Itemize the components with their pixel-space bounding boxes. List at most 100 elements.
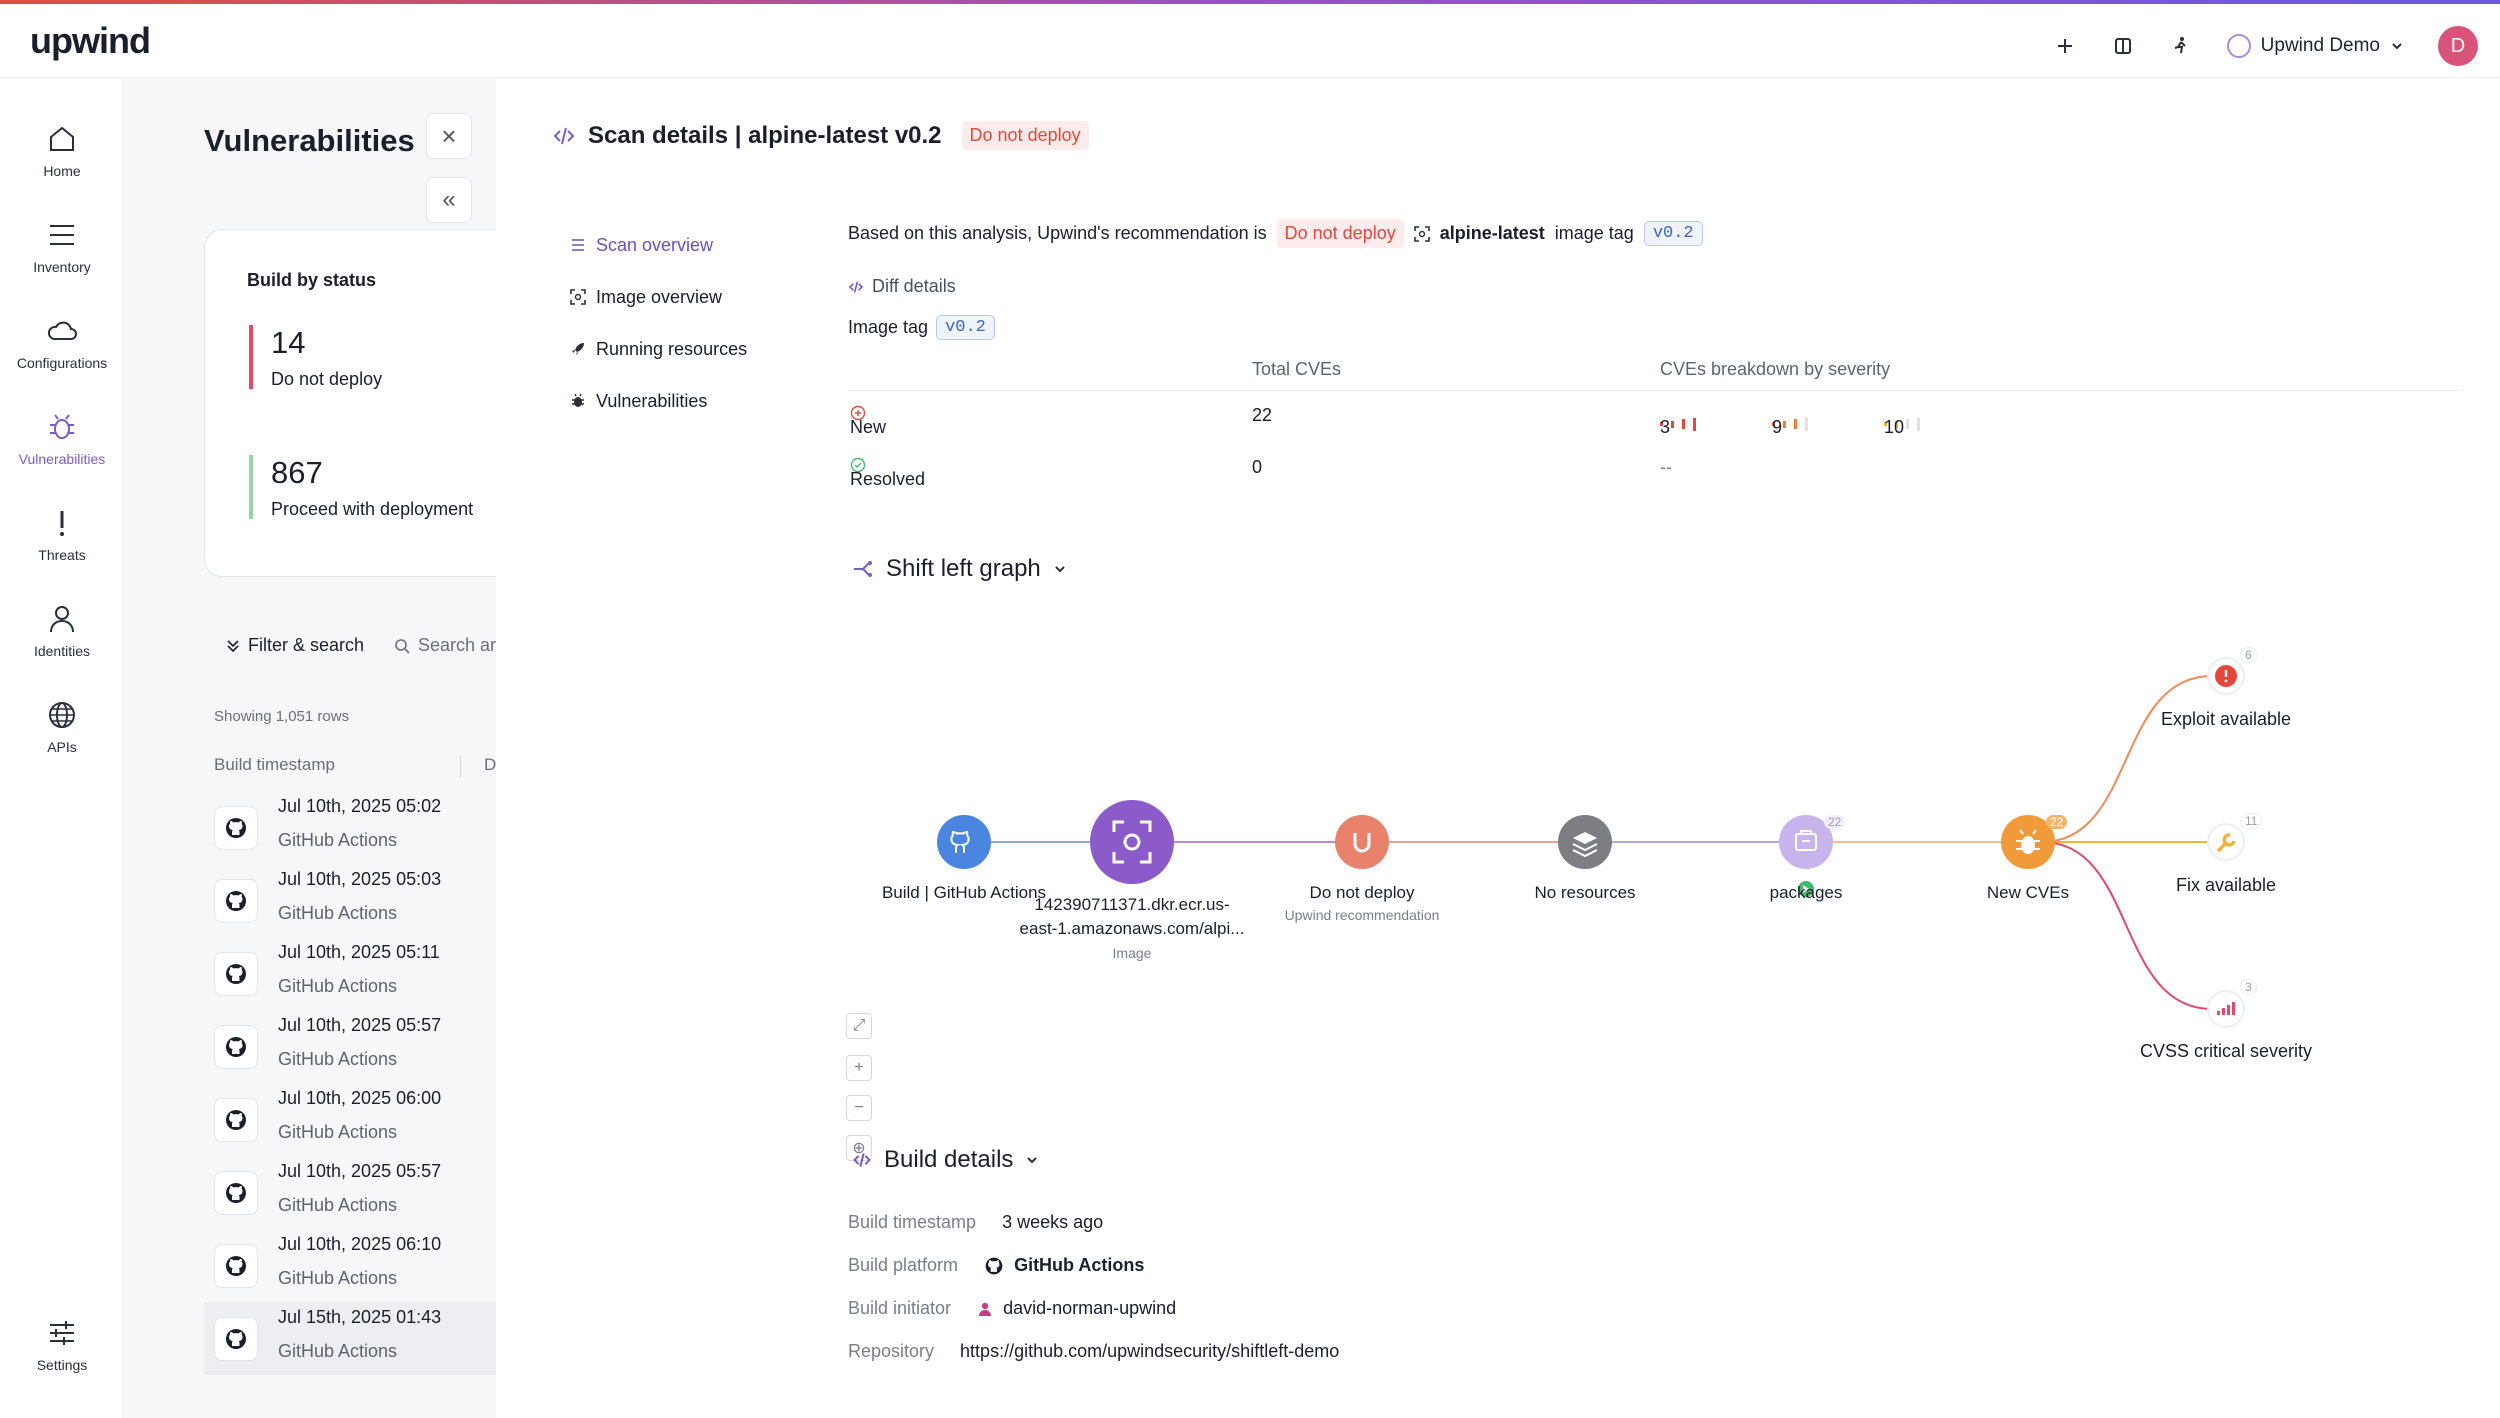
build-row[interactable]: Jul 10th, 2025 05:57 GitHub Actions [204, 1156, 496, 1229]
double-chevron-left-icon: « [442, 186, 456, 213]
stat-proceed[interactable]: 867 Proceed with deployment [249, 455, 473, 519]
chevron-down-icon [1055, 566, 1065, 573]
build-time: Jul 15th, 2025 01:43 [278, 1307, 442, 1327]
row-breakdown: -- [1660, 457, 1672, 477]
upwind-logo[interactable]: upwind [30, 20, 151, 62]
bug-icon [572, 393, 584, 407]
nav-inventory[interactable]: Inventory [0, 219, 124, 275]
walker-icon[interactable] [2169, 34, 2193, 58]
repository-link[interactable]: https://github.com/upwindsecurity/shiftl… [960, 1341, 1339, 1362]
build-source: GitHub Actions [278, 1268, 398, 1288]
row-total: 22 [1252, 405, 1273, 425]
stat-label: Proceed with deployment [271, 499, 474, 519]
status-card-title: Build by status [247, 270, 377, 290]
nav-threats[interactable]: Threats [0, 507, 124, 563]
outcome-cvss-critical[interactable] [2207, 990, 2245, 1028]
filter-search-toggle[interactable]: Filter & search [226, 635, 364, 656]
image-tag-word: image tag [1554, 223, 1634, 243]
build-details-heading[interactable]: Build details [852, 1146, 1039, 1174]
shift-left-graph: 22 22 6 11 3 Build | GitHub Actions 1423… [836, 639, 2496, 1179]
search-placeholder: Search ar [418, 635, 496, 655]
build-row[interactable]: Jul 10th, 2025 05:02 GitHub Actions [204, 791, 496, 864]
build-row[interactable]: Jul 10th, 2025 05:03 GitHub Actions [204, 864, 496, 937]
code-icon [848, 280, 864, 293]
github-icon [214, 1244, 258, 1288]
subnav-scan-overview[interactable]: Scan overview [570, 219, 747, 271]
col-breakdown: CVEs breakdown by severity [1660, 359, 1891, 379]
build-source: GitHub Actions [278, 1122, 398, 1142]
scan-frame-icon [570, 289, 586, 305]
image-name[interactable]: alpine-latest [1440, 223, 1545, 244]
critical-count-badge: 3 [2240, 979, 2257, 995]
build-row-selected[interactable]: Jul 15th, 2025 01:43 GitHub Actions [204, 1302, 496, 1375]
build-time: Jul 10th, 2025 05:57 [278, 1161, 442, 1181]
build-timestamp-value: 3 weeks ago [1002, 1212, 1104, 1232]
build-source: GitHub Actions [278, 903, 398, 923]
search-input[interactable]: Search ar [394, 635, 496, 656]
collapse-button[interactable]: « [426, 177, 472, 223]
col-d[interactable]: D [484, 755, 496, 775]
node-no-resources[interactable] [1558, 815, 1612, 869]
subnav-running-resources[interactable]: Running resources [570, 323, 747, 375]
outcome-exploit-available[interactable] [2207, 657, 2245, 695]
nav-settings[interactable]: Settings [0, 1317, 124, 1373]
edge [2041, 841, 2213, 1010]
subnav-vulnerabilities[interactable]: Vulnerabilities [570, 375, 747, 427]
cve-table-header: Total CVEs CVEs breakdown by severity [848, 355, 2458, 391]
nav-home[interactable]: Home [0, 123, 124, 179]
nav-configurations[interactable]: Configurations [0, 315, 124, 371]
build-row[interactable]: Jul 10th, 2025 05:57 GitHub Actions [204, 1010, 496, 1083]
build-row[interactable]: Jul 10th, 2025 06:00 GitHub Actions [204, 1083, 496, 1156]
build-row[interactable]: Jul 10th, 2025 06:10 GitHub Actions [204, 1229, 496, 1302]
close-button[interactable]: × [426, 113, 472, 159]
github-icon [214, 952, 258, 996]
scan-frame-icon [1413, 225, 1430, 242]
github-icon [214, 1098, 258, 1142]
node-label: No resources [1534, 883, 1636, 902]
row-label: Resolved [850, 469, 926, 489]
node-sub: Image [1112, 945, 1152, 961]
filter-label: Filter & search [248, 635, 365, 655]
column-divider[interactable] [460, 755, 461, 777]
node-github-actions[interactable] [937, 815, 991, 869]
diff-details-heading: Diff details [848, 276, 956, 297]
recommendation-line: Based on this analysis, Upwind's recomme… [848, 219, 1703, 248]
split-view-icon[interactable] [2111, 34, 2135, 58]
shift-left-icon [854, 561, 872, 577]
build-platform-label: Build platform [848, 1255, 959, 1275]
build-time: Jul 10th, 2025 05:57 [278, 1015, 442, 1035]
nav-vulnerabilities[interactable]: Vulnerabilities [0, 411, 124, 467]
scan-title: Scan details | alpine-latest v0.2 [588, 121, 942, 149]
nav-label-vulnerabilities: Vulnerabilities [18, 451, 106, 467]
image-tag-label: Image tag [848, 317, 929, 337]
cve-row-resolved[interactable]: Resolved 0 -- [848, 445, 2458, 495]
zoom-in-button[interactable]: + [846, 1055, 872, 1081]
node-label: packages [1769, 883, 1843, 902]
zoom-out-button[interactable]: − [846, 1095, 872, 1121]
user-avatar[interactable]: D [2438, 26, 2478, 66]
subnav-image-overview[interactable]: Image overview [570, 271, 747, 323]
subnav-label: Image overview [596, 286, 723, 307]
node-do-not-deploy[interactable] [1335, 815, 1389, 869]
tenant-selector[interactable]: Upwind Demo [2226, 34, 2404, 58]
outcome-fix-available[interactable] [2207, 823, 2245, 861]
build-initiator-value[interactable]: david-norman-upwind [1003, 1298, 1176, 1319]
shift-left-graph-heading[interactable]: Shift left graph [852, 555, 1067, 583]
node-label-line2: east-1.amazonaws.com/alpi... [1019, 919, 1245, 938]
col-build-timestamp[interactable]: Build timestamp [214, 755, 335, 774]
cve-row-new[interactable]: New 22 3 9 10 [848, 393, 2458, 443]
fit-view-button[interactable]: ⤢ [846, 1013, 872, 1039]
build-source: GitHub Actions [278, 976, 398, 996]
list-icon [572, 239, 584, 251]
nav-identities[interactable]: Identities [0, 603, 124, 659]
node-image[interactable] [1090, 800, 1174, 884]
diff-title: Diff details [872, 276, 956, 296]
image-tag-row: Image tag v0.2 [848, 315, 995, 340]
outcome-label: Exploit available [2160, 709, 2292, 729]
build-row[interactable]: Jul 10th, 2025 05:11 GitHub Actions [204, 937, 496, 1010]
plus-icon[interactable] [2053, 34, 2077, 58]
nav-apis[interactable]: APIs [0, 699, 124, 755]
build-time: Jul 10th, 2025 05:02 [278, 796, 442, 816]
table-header: Build timestamp D [214, 755, 496, 777]
stat-do-not-deploy[interactable]: 14 Do not deploy [249, 325, 382, 389]
